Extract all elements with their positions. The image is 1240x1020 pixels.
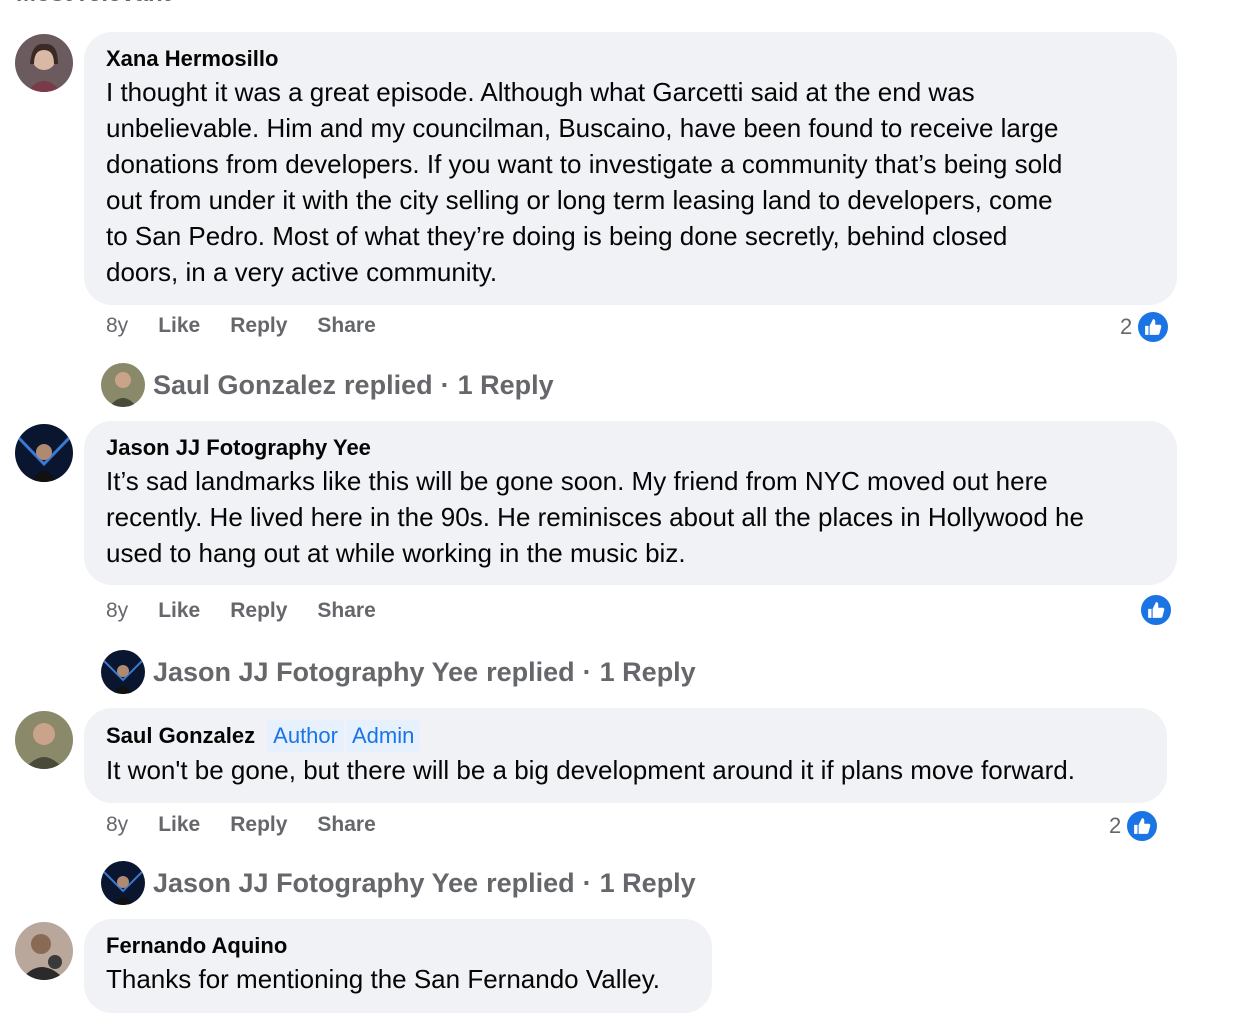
reply-button[interactable]: Reply [230,599,287,623]
comment-line: unbelievable. Him and my councilman, Bus… [106,113,1059,143]
admin-badge: Admin [345,720,421,752]
replier-name: Jason JJ Fotography Yee [153,656,479,687]
timestamp[interactable]: 8y [106,599,128,623]
avatar [101,363,145,407]
comment-text: Thanks for mentioning the San Fernando V… [106,961,690,997]
comment-line: It won't be gone, but there will be a bi… [106,755,1075,785]
replier-name: Saul Gonzalez [153,369,337,400]
comment-actions: 8y Like Reply Share [106,314,376,338]
comment-author[interactable]: Fernando Aquino [106,931,690,961]
reply-count: 1 Reply [599,656,696,687]
comment-line: to San Pedro. Most of what they’re doing… [106,221,1008,251]
view-replies-link[interactable]: Jason JJ Fotography Yee replied · 1 Repl… [101,861,696,905]
thumbs-up-icon [1125,809,1160,843]
comment-text: It won't be gone, but there will be a bi… [106,752,1145,788]
sort-label[interactable]: Most relevant [16,0,171,8]
replier-name: Jason JJ Fotography Yee [153,867,479,898]
share-button[interactable]: Share [317,314,375,338]
replied-text: replied [486,656,575,687]
reaction-count: 2 [1109,813,1122,838]
comment-text: It’s sad landmarks like this will be gon… [106,463,1155,571]
author-name[interactable]: Fernando Aquino [106,931,287,961]
reply-button[interactable]: Reply [230,314,287,338]
avatar [101,861,145,905]
share-button[interactable]: Share [317,813,375,837]
author-name[interactable]: Jason JJ Fotography Yee [106,433,371,463]
comment-bubble: Saul Gonzalez Author Admin It won't be g… [84,708,1167,803]
like-button[interactable]: Like [158,599,200,623]
comment-text: I thought it was a great episode. Althou… [106,74,1155,290]
comment-line: recently. He lived here in the 90s. He r… [106,502,1084,532]
comment-bubble: Jason JJ Fotography Yee It’s sad landmar… [84,421,1177,585]
timestamp[interactable]: 8y [106,314,128,338]
view-replies-link[interactable]: Saul Gonzalez replied · 1 Reply [101,363,554,407]
comment-bubble: Xana Hermosillo I thought it was a great… [84,32,1177,305]
comment-author: Saul Gonzalez Author Admin [106,720,1145,752]
comment-actions: 8y Like Reply Share [106,813,376,837]
share-button[interactable]: Share [317,599,375,623]
author-name[interactable]: Xana Hermosillo [106,44,278,74]
reply-button[interactable]: Reply [230,813,287,837]
comment-actions: 8y Like Reply Share [106,599,376,623]
separator-dot: · [582,867,592,898]
reaction-summary[interactable]: 2 [1120,310,1171,344]
reply-count: 1 Reply [457,369,554,400]
view-replies-link[interactable]: Jason JJ Fotography Yee replied · 1 Repl… [101,650,696,694]
comment-line: I thought it was a great episode. Althou… [106,77,975,107]
author-name[interactable]: Saul Gonzalez [106,721,255,751]
comment-author[interactable]: Jason JJ Fotography Yee [106,433,1155,463]
comment-line: out from under it with the city selling … [106,185,1053,215]
replied-text: replied [344,369,433,400]
timestamp[interactable]: 8y [106,813,128,837]
comment-line: doors, in a very active community. [106,257,498,287]
avatar[interactable] [15,34,73,92]
reaction-summary[interactable] [1139,593,1173,627]
reaction-count: 2 [1120,314,1133,339]
thumbs-up-icon [1136,310,1171,344]
avatar[interactable] [15,711,73,769]
comment-bubble: Fernando Aquino Thanks for mentioning th… [84,919,712,1013]
thumbs-up-icon [1139,593,1173,627]
comment-line: donations from developers. If you want t… [106,149,1063,179]
avatar [101,650,145,694]
replied-text: replied [486,867,575,898]
comment-author[interactable]: Xana Hermosillo [106,44,1155,74]
comment-line: Thanks for mentioning the San Fernando V… [106,964,661,994]
like-button[interactable]: Like [158,813,200,837]
comment-line: used to hang out at while working in the… [106,538,686,568]
reaction-summary[interactable]: 2 [1109,809,1160,843]
reply-count: 1 Reply [599,867,696,898]
like-button[interactable]: Like [158,314,200,338]
author-badge: Author [267,720,344,752]
comment-line: It’s sad landmarks like this will be gon… [106,466,1048,496]
separator-dot: · [582,656,592,687]
separator-dot: · [440,369,450,400]
avatar[interactable] [15,922,73,980]
avatar[interactable] [15,424,73,482]
